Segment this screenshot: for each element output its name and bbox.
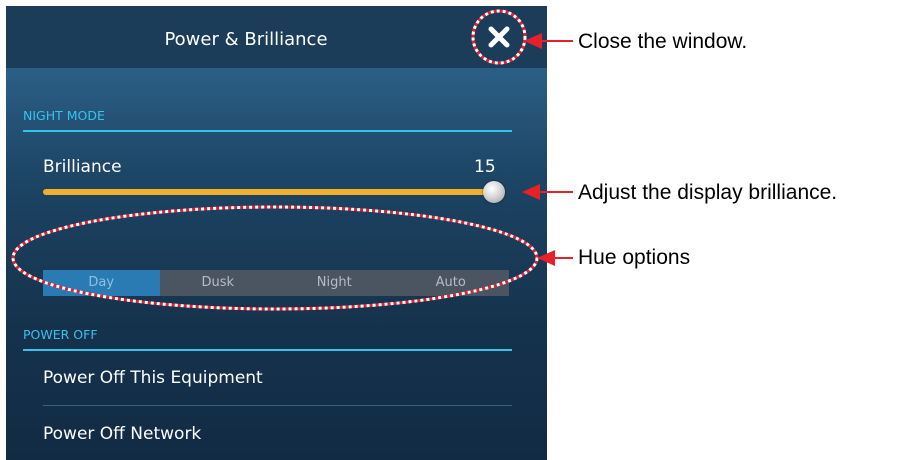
hue-callout-text: Hue options [578,246,691,269]
close-highlight-ellipse [471,9,527,65]
close-callout-text: Close the window. [578,30,748,53]
callout-overlay [11,9,573,311]
brilliance-callout-arrow [522,184,573,200]
hue-callout-arrow [537,250,573,266]
close-callout-arrow [524,33,573,49]
hue-highlight-ellipse [11,205,539,311]
brilliance-callout-text: Adjust the display brilliance. [578,181,838,204]
